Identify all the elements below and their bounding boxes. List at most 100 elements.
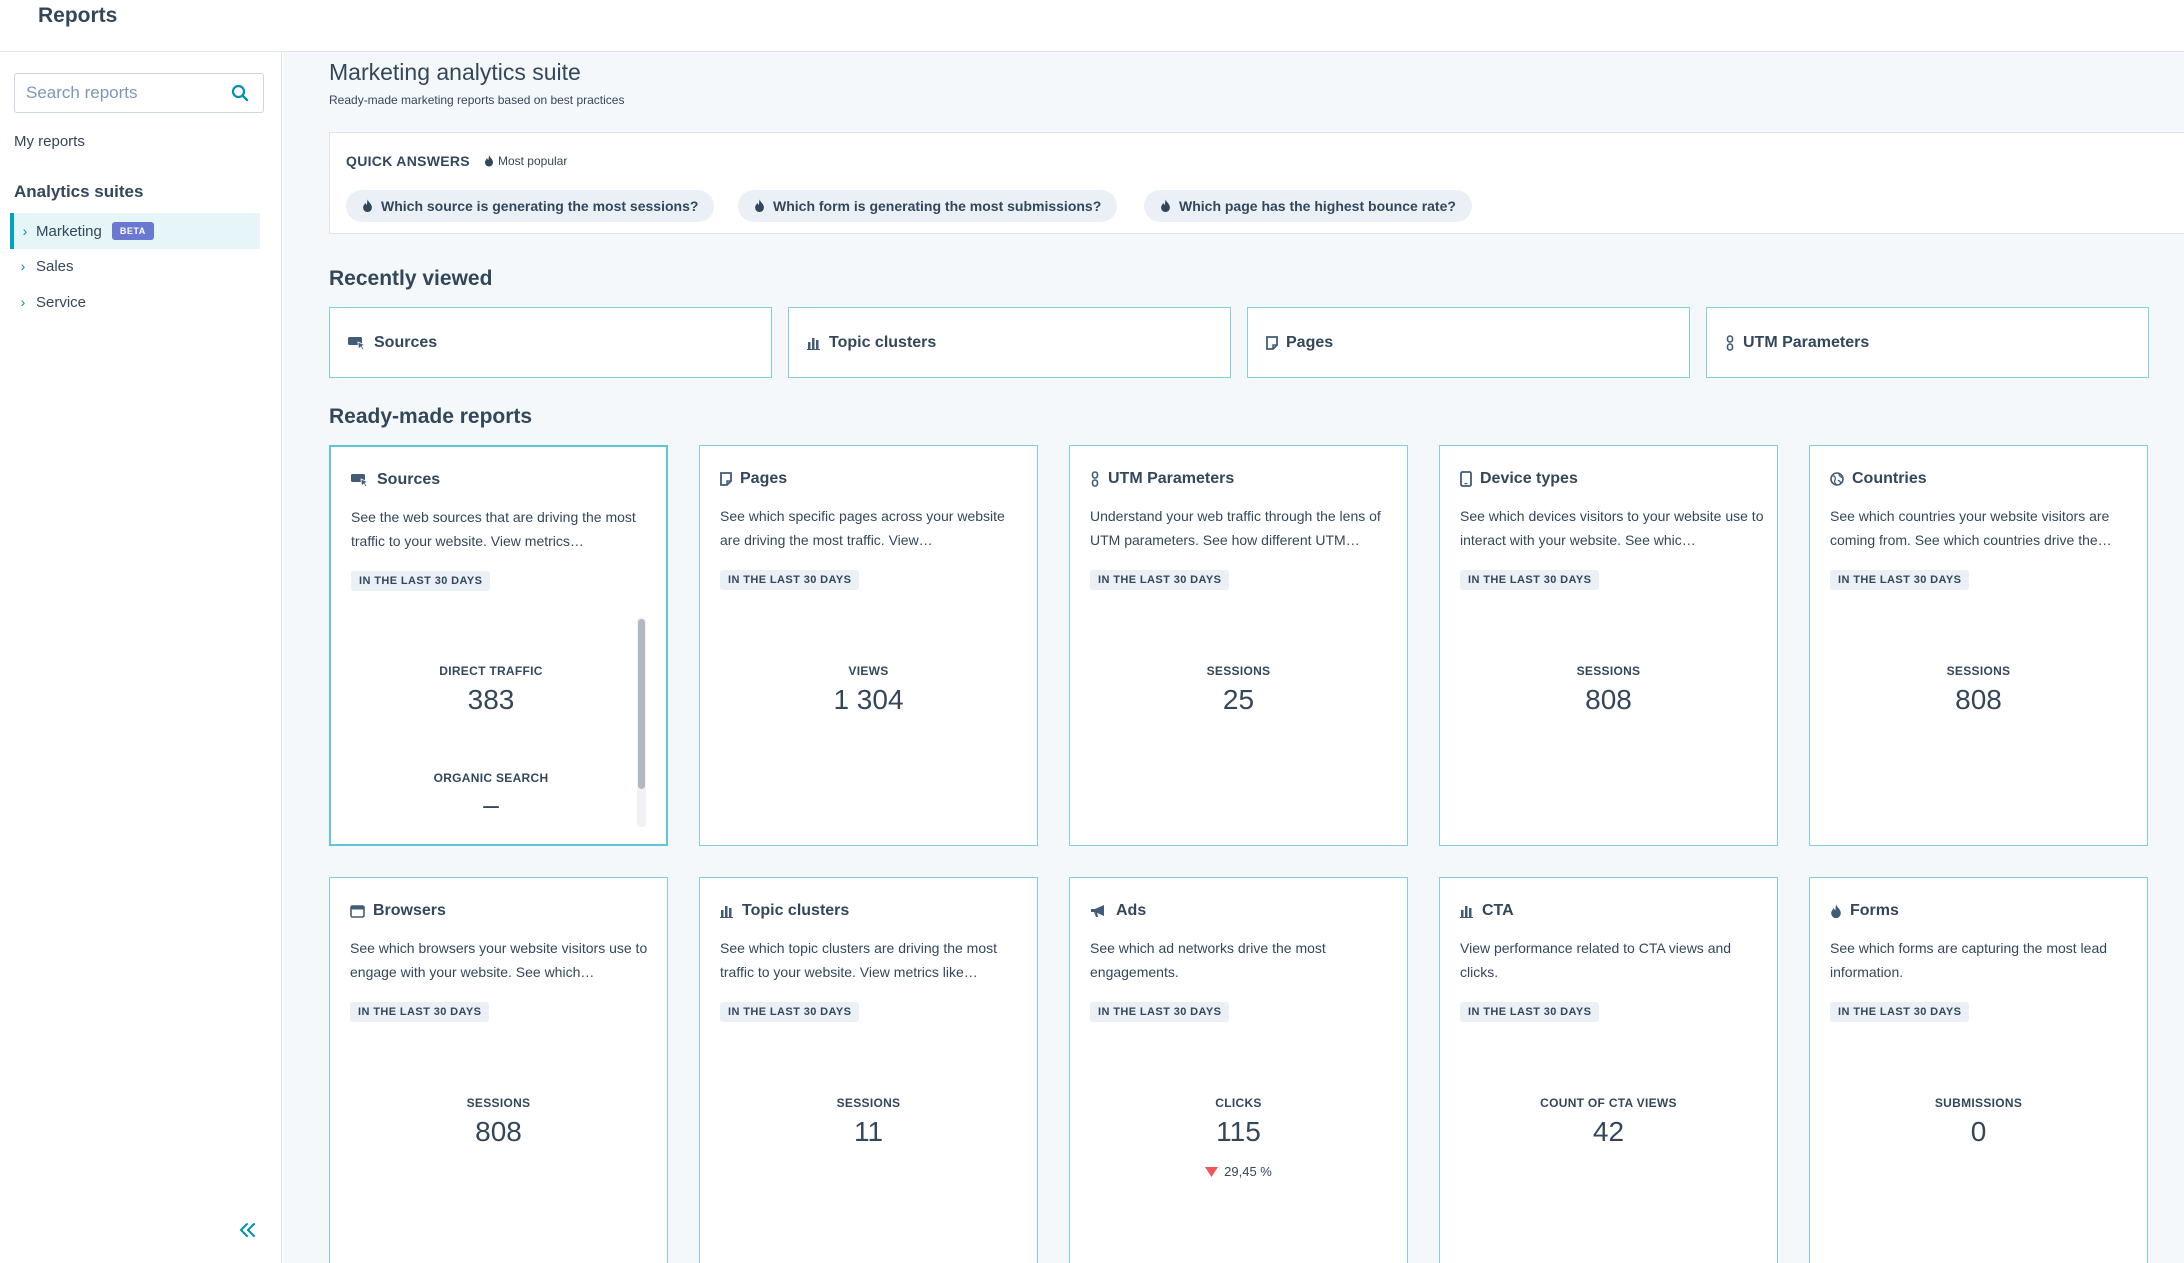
recent-card-topic-clusters[interactable]: Topic clusters: [788, 307, 1231, 378]
sidebar-item-label: Service: [36, 293, 87, 311]
metric-label: SESSIONS: [1206, 664, 1271, 678]
quick-answers-panel: QUICK ANSWERS Most popular Which source …: [329, 132, 2184, 234]
card-title: Sources: [351, 471, 440, 489]
metric-value: 383: [467, 684, 515, 715]
report-card-forms[interactable]: Forms See which forms are capturing the …: [1809, 877, 2148, 1263]
metric-label: SESSIONS: [1576, 664, 1641, 678]
most-popular-text: Most popular: [497, 154, 568, 168]
card-title: Device types: [1460, 470, 1578, 488]
sidebar-item-service[interactable]: › Service: [10, 284, 260, 320]
metric-label: VIEWS: [848, 664, 889, 678]
search-icon[interactable]: [231, 84, 249, 102]
chip-label: Which page has the highest bounce rate?: [1179, 198, 1456, 214]
bar-chart-icon: [720, 906, 733, 918]
period-badge: IN THE LAST 30 DAYS: [350, 1002, 490, 1022]
analytics-suites-heading: Analytics suites: [14, 182, 144, 201]
collapse-sidebar-icon[interactable]: [236, 1219, 258, 1241]
chip-label: Which source is generating the most sess…: [381, 198, 699, 214]
scrollbar-thumb[interactable]: [638, 619, 645, 789]
report-card-countries[interactable]: Countries See which countries your websi…: [1809, 445, 2148, 846]
flame-icon: [363, 199, 372, 213]
metric-value: 42: [1592, 1116, 1625, 1147]
sidebar-item-sales[interactable]: › Sales: [10, 248, 260, 284]
search-input[interactable]: [15, 74, 225, 112]
card-title-text: Topic clusters: [742, 902, 850, 919]
my-reports-link[interactable]: My reports: [14, 133, 85, 150]
period-badge: IN THE LAST 30 DAYS: [1830, 570, 1970, 590]
card-title-text: Ads: [1116, 902, 1147, 919]
quick-answer-chip[interactable]: Which page has the highest bounce rate?: [1144, 190, 1472, 222]
report-card-device-types[interactable]: Device types See which devices visitors …: [1439, 445, 1778, 846]
period-badge: IN THE LAST 30 DAYS: [1090, 570, 1230, 590]
metric-label: SESSIONS: [466, 1096, 531, 1110]
globe-icon: [1830, 472, 1844, 486]
card-title-text: UTM Parameters: [1108, 470, 1235, 487]
metric-label: DIRECT TRAFFIC: [439, 664, 543, 678]
report-card-pages[interactable]: Pages See which specific pages across yo…: [699, 445, 1038, 846]
card-description: See the web sources that are driving the…: [351, 509, 636, 549]
period-badge: IN THE LAST 30 DAYS: [1830, 1002, 1970, 1022]
recent-card-sources[interactable]: Sources: [329, 307, 772, 378]
card-title-text: Sources: [377, 471, 441, 488]
top-bar: Reports: [0, 0, 2184, 52]
recent-card-label: Pages: [1286, 333, 1334, 351]
main-content: Marketing analytics suite Ready-made mar…: [283, 52, 2184, 1263]
report-card-sources[interactable]: Sources See the web sources that are dri…: [329, 445, 668, 846]
suite-title: Marketing analytics suite: [329, 59, 581, 85]
recent-card-label: Sources: [374, 333, 438, 351]
chip-label: Which form is generating the most submis…: [773, 198, 1102, 214]
beta-badge: BETA: [111, 222, 154, 240]
recently-viewed-heading: Recently viewed: [329, 267, 493, 290]
report-card-topic-clusters[interactable]: Topic clusters See which topic clusters …: [699, 877, 1038, 1263]
metric-value: 0: [1970, 1116, 1987, 1147]
suite-subtitle: Ready-made marketing reports based on be…: [329, 93, 625, 107]
period-badge: IN THE LAST 30 DAYS: [1090, 1002, 1230, 1022]
metric-label: SESSIONS: [836, 1096, 901, 1110]
most-popular-label: Most popular: [484, 154, 567, 168]
card-description: See which specific pages across your web…: [720, 508, 1005, 548]
report-card-cta[interactable]: CTA View performance related to CTA view…: [1439, 877, 1778, 1263]
chevron-right-icon: ›: [22, 223, 28, 239]
card-description: See which countries your website visitor…: [1830, 508, 2112, 548]
card-title: UTM Parameters: [1090, 470, 1234, 488]
metric-label: COUNT OF CTA VIEWS: [1540, 1096, 1677, 1110]
trend-down-icon: [1205, 1166, 1219, 1177]
ready-made-reports-heading: Ready-made reports: [329, 405, 533, 428]
card-description: View performance related to CTA views an…: [1460, 940, 1732, 980]
flame-icon: [484, 155, 493, 167]
card-description: See which browsers your website visitors…: [350, 940, 648, 980]
report-card-utm-parameters[interactable]: UTM Parameters Understand your web traff…: [1069, 445, 1408, 846]
card-title-text: Browsers: [373, 902, 446, 919]
period-badge: IN THE LAST 30 DAYS: [351, 571, 491, 591]
quick-answer-chip[interactable]: Which form is generating the most submis…: [738, 190, 1118, 222]
megaphone-icon: [1091, 905, 1104, 917]
period-badge: IN THE LAST 30 DAYS: [1460, 1002, 1600, 1022]
card-title: Topic clusters: [720, 902, 849, 920]
recent-card-utm-parameters[interactable]: UTM Parameters: [1706, 307, 2149, 378]
report-card-browsers[interactable]: Browsers See which browsers your website…: [329, 877, 668, 1263]
sidebar-item-label: Sales: [36, 257, 74, 275]
trend-indicator: 29,45 %: [1070, 1164, 1407, 1179]
card-title-text: Device types: [1480, 470, 1578, 487]
card-description: See which topic clusters are driving the…: [720, 940, 998, 980]
metric-value: 115: [1216, 1116, 1261, 1147]
card-title-text: Forms: [1850, 902, 1899, 919]
recent-card-pages[interactable]: Pages: [1247, 307, 1690, 378]
report-card-ads[interactable]: Ads See which ad networks drive the most…: [1069, 877, 1408, 1263]
sidebar: My reports Analytics suites › Marketing …: [0, 52, 282, 1263]
metric-label: SUBMISSIONS: [1934, 1096, 2023, 1110]
sidebar-item-marketing[interactable]: › Marketing BETA: [10, 213, 260, 249]
metric-value: 25: [1222, 684, 1255, 715]
bar-chart-icon: [1460, 906, 1473, 918]
quick-answer-chip[interactable]: Which source is generating the most sess…: [346, 190, 715, 222]
utm-icon: [1091, 471, 1099, 487]
card-title-text: Countries: [1852, 470, 1927, 487]
card-title: Countries: [1830, 470, 1927, 488]
card-description: See which forms are capturing the most l…: [1830, 940, 2108, 980]
flame-icon: [755, 199, 764, 213]
period-badge: IN THE LAST 30 DAYS: [1460, 570, 1600, 590]
device-icon: [1460, 471, 1472, 487]
utm-icon: [1726, 334, 1734, 351]
sources-icon: [351, 474, 369, 487]
chevron-right-icon: ›: [20, 294, 26, 310]
